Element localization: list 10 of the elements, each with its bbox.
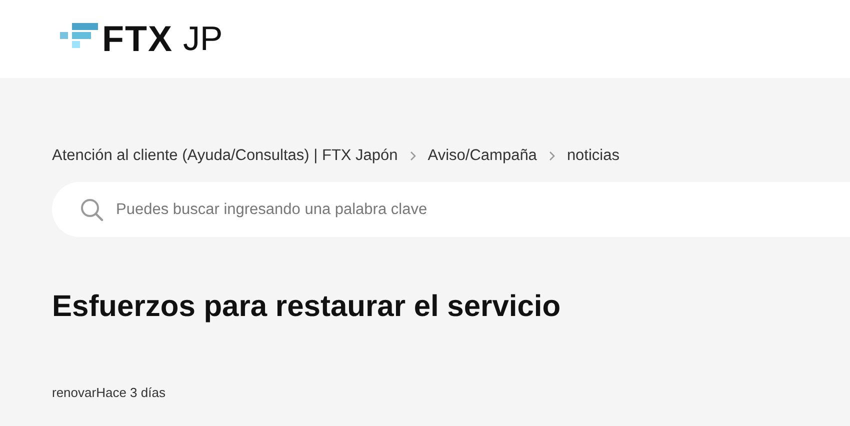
logo-suffix: JP bbox=[183, 22, 223, 56]
article-title: Esfuerzos para restaurar el servicio bbox=[52, 289, 562, 326]
breadcrumb-link[interactable]: Aviso/Campaña bbox=[428, 144, 537, 168]
breadcrumb-link[interactable]: Atención al cliente (Ayuda/Consultas) | FTX Japón bbox=[52, 144, 398, 168]
logo-text: FTX bbox=[102, 21, 173, 57]
chevron-icon bbox=[548, 150, 555, 161]
article-meta: renovarHace 3 días bbox=[52, 384, 166, 402]
chevron-icon bbox=[410, 150, 416, 161]
breadcrumb-link[interactable]: noticias bbox=[566, 144, 620, 168]
search-field[interactable]: Puedes buscar ingresando una palabra clave bbox=[52, 182, 850, 238]
